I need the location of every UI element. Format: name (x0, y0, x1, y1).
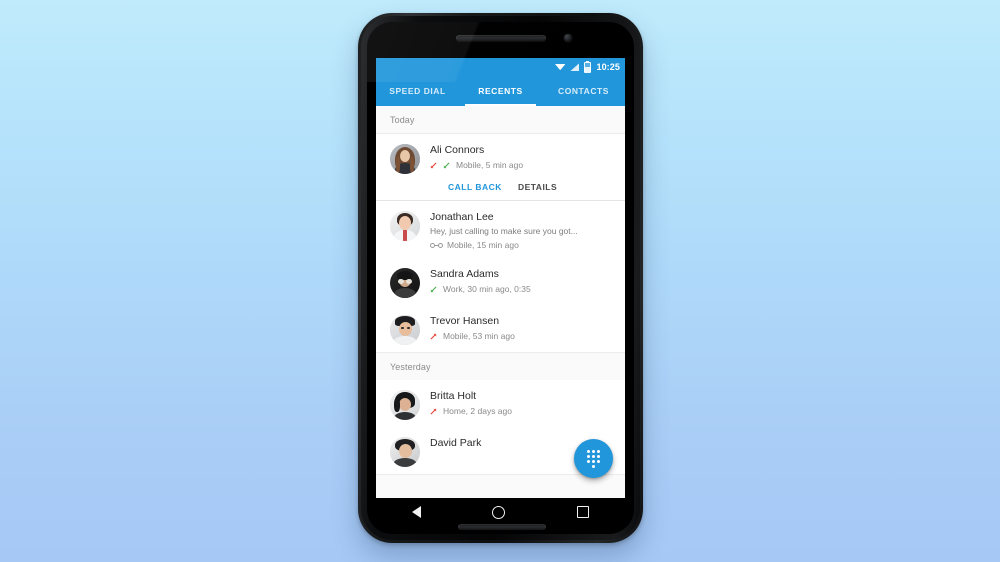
call-meta-text: Mobile, 53 min ago (443, 331, 515, 341)
status-clock: 10:25 (596, 61, 620, 72)
call-meta: Work, 30 min ago, 0:35 (430, 283, 613, 295)
list-item-text: Sandra Adams Work, 30 min ago, 0:35 (430, 267, 613, 295)
phone-device: 10:25 SPEED DIAL RECENTS CONTACTS Today (358, 13, 643, 543)
phone-screen: 10:25 SPEED DIAL RECENTS CONTACTS Today (376, 58, 625, 498)
list-item-text: Trevor Hansen Mobile, 53 min ago (430, 314, 613, 342)
avatar (390, 268, 420, 298)
call-group-today: Jonathan Lee Hey, just calling to make s… (376, 201, 625, 353)
bottom-speaker (458, 524, 546, 530)
recents-list[interactable]: Today Ali Connors Mobile, 5 min ago CALL… (376, 106, 625, 498)
call-meta: Mobile, 15 min ago (430, 239, 613, 251)
missed-call-icon (430, 161, 439, 169)
outgoing-call-icon (430, 333, 439, 340)
section-header-yesterday: Yesterday (376, 353, 625, 380)
outgoing-call-icon (430, 408, 439, 415)
list-item-text: Jonathan Lee Hey, just calling to make s… (430, 210, 613, 251)
avatar (390, 211, 420, 241)
call-card-ali-connors[interactable]: Ali Connors Mobile, 5 min ago CALL BACK … (376, 133, 625, 201)
status-icons: 10:25 (555, 60, 620, 73)
tab-contacts[interactable]: CONTACTS (542, 76, 625, 106)
dialpad-fab-button[interactable] (574, 439, 613, 478)
avatar (390, 315, 420, 345)
list-item[interactable]: Trevor Hansen Mobile, 53 min ago (376, 305, 625, 352)
android-navigation-bar (376, 498, 625, 526)
list-item[interactable]: Ali Connors Mobile, 5 min ago (376, 134, 625, 181)
received-call-icon (443, 161, 452, 169)
call-back-button[interactable]: CALL BACK (448, 182, 502, 192)
contact-name: Jonathan Lee (430, 211, 494, 223)
section-header-today: Today (376, 106, 625, 133)
list-item-text: Ali Connors Mobile, 5 min ago (430, 143, 613, 171)
avatar (390, 144, 420, 174)
dialpad-icon (587, 449, 600, 468)
call-meta: Mobile, 5 min ago (430, 159, 613, 171)
avatar (390, 437, 420, 467)
call-meta-text: Home, 2 days ago (443, 406, 512, 416)
earpiece-speaker (456, 35, 546, 41)
list-item[interactable]: Sandra Adams Work, 30 min ago, 0:35 (376, 258, 625, 305)
tab-speed-dial[interactable]: SPEED DIAL (376, 76, 459, 106)
home-icon[interactable] (492, 505, 506, 519)
received-call-icon (430, 285, 439, 293)
contact-name: Trevor Hansen (430, 315, 500, 327)
signal-icon (570, 63, 580, 71)
front-camera-icon (564, 34, 572, 42)
call-meta: Mobile, 53 min ago (430, 330, 613, 342)
list-item[interactable]: Jonathan Lee Hey, just calling to make s… (376, 201, 625, 258)
contact-name: Britta Holt (430, 390, 477, 402)
phone-front-glass: 10:25 SPEED DIAL RECENTS CONTACTS Today (367, 22, 634, 534)
list-item[interactable]: Britta Holt Home, 2 days ago (376, 380, 625, 427)
contact-name: Sandra Adams (430, 268, 499, 280)
call-meta-text: Mobile, 5 min ago (456, 160, 524, 170)
back-icon[interactable] (411, 506, 421, 518)
list-item-text: Britta Holt Home, 2 days ago (430, 389, 613, 417)
call-meta: Home, 2 days ago (430, 405, 613, 417)
status-bar: 10:25 (376, 58, 625, 76)
tab-bar: SPEED DIAL RECENTS CONTACTS (376, 76, 625, 106)
wifi-icon (555, 64, 566, 70)
avatar (390, 390, 420, 420)
tab-recents[interactable]: RECENTS (459, 76, 542, 106)
voicemail-icon (430, 242, 443, 248)
call-meta-text: Mobile, 15 min ago (447, 240, 519, 250)
call-card-actions: CALL BACK DETAILS (376, 181, 625, 200)
battery-icon (584, 60, 592, 73)
message-preview: Hey, just calling to make sure you got..… (430, 226, 578, 236)
details-button[interactable]: DETAILS (518, 182, 557, 192)
contact-name: Ali Connors (430, 144, 485, 156)
recents-icon[interactable] (577, 506, 590, 518)
call-meta-text: Work, 30 min ago, 0:35 (443, 284, 531, 294)
